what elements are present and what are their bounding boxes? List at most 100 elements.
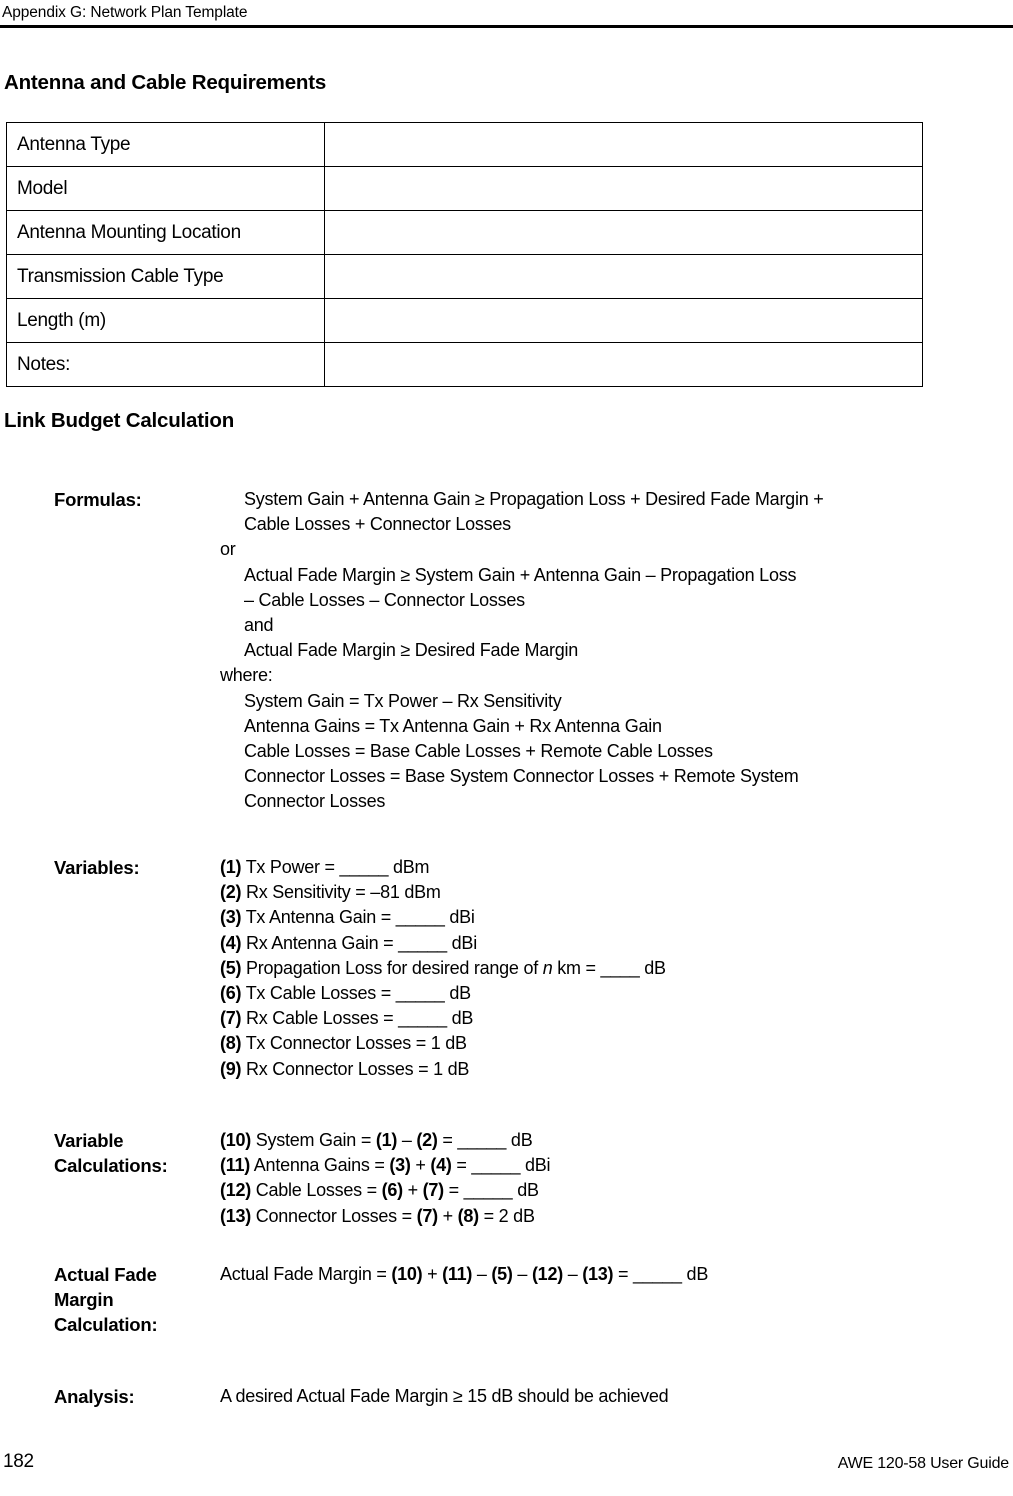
variables-body: (1) Tx Power = _____ dBm (2) Rx Sensitiv…: [220, 855, 974, 1082]
footer-guide-title: AWE 120-58 User Guide: [837, 1455, 1009, 1472]
section-heading-antenna-cable-requirements: Antenna and Cable Requirements: [4, 71, 327, 94]
table-row: Transmission Cable Type: [6, 254, 923, 299]
actual-fade-margin-line: Actual Fade Margin = (10) + (11) – (5) –…: [220, 1264, 709, 1284]
variable-item: (9) Rx Connector Losses = 1 dB: [220, 1057, 974, 1082]
formula-line: Cable Losses = Base Cable Losses + Remot…: [244, 741, 713, 762]
formula-line: Actual Fade Margin ≥ Desired Fade Margin: [244, 640, 579, 661]
variable-calculation-item: (11) Antenna Gains = (3) + (4) = _____ d…: [220, 1155, 551, 1176]
table-row: Length (m): [6, 298, 923, 343]
variable-reference: (13): [582, 1264, 614, 1284]
variable-calculations-label-line1: Variable: [54, 1130, 124, 1151]
footer-page-number: 182: [3, 1451, 34, 1472]
variable-item: (7) Rx Cable Losses = _____ dB: [220, 1006, 974, 1031]
row-label-transmission-cable-type: Transmission Cable Type: [6, 254, 325, 299]
row-value-model[interactable]: [324, 166, 923, 211]
row-value-notes[interactable]: [324, 342, 923, 387]
formula-line: System Gain = Tx Power – Rx Sensitivity: [244, 690, 562, 711]
document-page: Appendix G: Network Plan Template Antenn…: [0, 0, 1013, 1496]
variable-calculations-body: (10) System Gain = (1) – (2) = _____ dB …: [220, 1128, 974, 1229]
variable-item: (5) Propagation Loss for desired range o…: [220, 956, 974, 981]
formula-line: Connector Losses: [244, 791, 386, 812]
variable-reference: (5): [491, 1264, 513, 1284]
range-variable-n: n: [542, 957, 553, 978]
variable-reference: (6): [381, 1180, 404, 1201]
row-label-antenna-mounting-location: Antenna Mounting Location: [6, 210, 325, 255]
variable-number: (6): [220, 983, 242, 1004]
actual-fade-margin-label-line1: Actual Fade: [54, 1264, 157, 1285]
variable-text: Tx Cable Losses = _____ dB: [245, 983, 471, 1004]
variable-calculations-label: Variable Calculations:: [54, 1128, 220, 1229]
row-value-transmission-cable-type[interactable]: [324, 254, 923, 299]
row-label-length-m: Length (m): [6, 298, 325, 343]
row-value-antenna-mounting-location[interactable]: [324, 210, 923, 255]
variable-item: (3) Tx Antenna Gain = _____ dBi: [220, 905, 974, 930]
calculation-number: (11): [220, 1155, 251, 1176]
variable-reference: (11): [442, 1264, 473, 1284]
variable-reference: (7): [416, 1205, 439, 1226]
running-header-text: Appendix G: Network Plan Template: [2, 4, 248, 21]
analysis-line: A desired Actual Fade Margin ≥ 15 dB sho…: [220, 1386, 669, 1406]
variable-calculation-item: (13) Connector Losses = (7) + (8) = 2 dB: [220, 1205, 535, 1226]
variable-item: (2) Rx Sensitivity = –81 dBm: [220, 880, 974, 905]
table-row: Antenna Type: [6, 122, 923, 167]
variable-item: (1) Tx Power = _____ dBm: [220, 855, 974, 880]
variable-calculation-item: (12) Cable Losses = (6) + (7) = _____ dB: [220, 1180, 539, 1201]
antenna-cable-requirements-table: Antenna Type Model Antenna Mounting Loca…: [6, 122, 923, 387]
formula-line-where: where:: [220, 665, 273, 686]
variable-text: Tx Antenna Gain = _____ dBi: [245, 907, 475, 928]
variable-text: Tx Power = _____ dBm: [245, 857, 430, 877]
variable-item: (8) Tx Connector Losses = 1 dB: [220, 1031, 974, 1056]
variable-number: (1): [220, 857, 242, 877]
variable-number: (9): [220, 1058, 242, 1079]
table-row: Notes:: [6, 342, 923, 387]
actual-fade-margin-label: Actual Fade Margin Calculation:: [54, 1262, 220, 1337]
formula-line: Actual Fade Margin ≥ System Gain + Anten…: [244, 564, 797, 585]
variable-text: Propagation Loss for desired range of n …: [246, 957, 666, 978]
formulas-label: Formulas:: [54, 489, 142, 510]
formulas-block: Formulas: System Gain + Antenna Gain ≥ P…: [54, 487, 974, 815]
row-value-length-m[interactable]: [324, 298, 923, 343]
actual-fade-margin-block: Actual Fade Margin Calculation: Actual F…: [54, 1262, 974, 1337]
actual-fade-margin-label-line3: Calculation:: [54, 1314, 158, 1335]
variable-number: (4): [220, 932, 242, 953]
variable-text: Rx Sensitivity = –81 dBm: [246, 882, 441, 903]
variable-reference: (4): [430, 1155, 452, 1176]
variable-number: (5): [220, 957, 242, 978]
variable-text: Rx Connector Losses = 1 dB: [246, 1058, 470, 1079]
variable-number: (7): [220, 1008, 242, 1029]
formula-line-or: or: [220, 539, 236, 560]
variable-reference: (1): [375, 1130, 398, 1150]
variable-number: (3): [220, 907, 242, 928]
row-label-antenna-type: Antenna Type: [6, 122, 325, 167]
variable-reference: (8): [457, 1205, 480, 1226]
variables-block: Variables: (1) Tx Power = _____ dBm (2) …: [54, 855, 974, 1082]
formula-line: Connector Losses = Base System Connector…: [244, 766, 799, 787]
variable-item: (6) Tx Cable Losses = _____ dB: [220, 981, 974, 1006]
formula-line-and: and: [244, 615, 274, 636]
variable-reference: (10): [391, 1264, 423, 1284]
header-rule: [0, 25, 1013, 28]
running-header: Appendix G: Network Plan Template: [0, 4, 1013, 28]
variable-number: (2): [220, 882, 242, 903]
formula-line: – Cable Losses – Connector Losses: [244, 589, 525, 610]
analysis-body: A desired Actual Fade Margin ≥ 15 dB sho…: [220, 1384, 974, 1409]
row-label-model: Model: [6, 166, 325, 211]
calculation-number: (12): [220, 1180, 252, 1201]
variable-reference: (3): [389, 1155, 411, 1176]
variable-item: (4) Rx Antenna Gain = _____ dBi: [220, 931, 974, 956]
calculation-number: (13): [220, 1205, 252, 1226]
calculation-number: (10): [220, 1130, 252, 1150]
variable-text: Rx Antenna Gain = _____ dBi: [246, 932, 477, 953]
variable-calculation-item: (10) System Gain = (1) – (2) = _____ dB: [220, 1130, 533, 1150]
variable-text: Tx Connector Losses = 1 dB: [245, 1033, 467, 1054]
section-heading-link-budget-calculation: Link Budget Calculation: [4, 409, 235, 432]
table-row: Model: [6, 166, 923, 211]
analysis-label: Analysis:: [54, 1386, 135, 1407]
variable-text: Rx Cable Losses = _____ dB: [246, 1008, 474, 1029]
variables-label: Variables:: [54, 857, 140, 878]
variable-reference: (2): [416, 1130, 438, 1150]
actual-fade-margin-label-line2: Margin: [54, 1289, 114, 1310]
row-value-antenna-type[interactable]: [324, 122, 923, 167]
analysis-block: Analysis: A desired Actual Fade Margin ≥…: [54, 1384, 974, 1409]
formulas-body: System Gain + Antenna Gain ≥ Propagation…: [220, 487, 974, 815]
